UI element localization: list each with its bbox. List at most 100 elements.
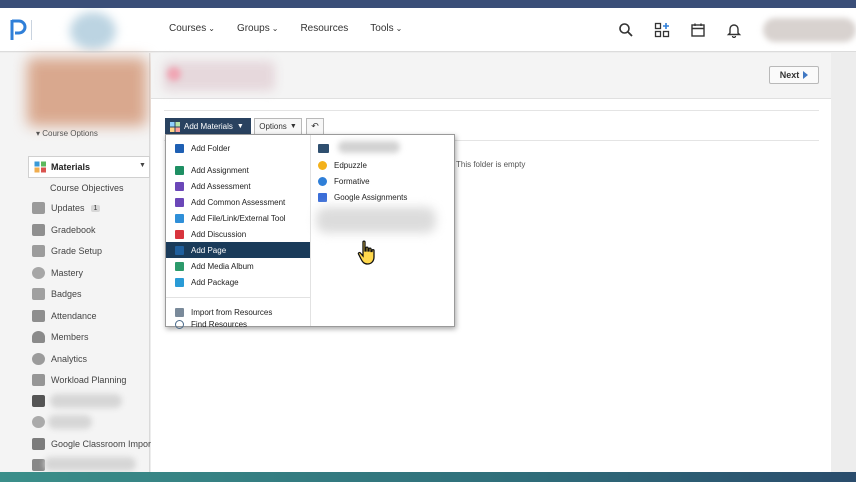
- sidebar-item-label: Materials: [51, 162, 91, 172]
- app-icon: [32, 416, 45, 428]
- menu-item-add-folder[interactable]: Add Folder: [166, 140, 310, 156]
- nav-groups[interactable]: Groups ⌄: [237, 23, 279, 34]
- menu-item-add-discussion[interactable]: Add Discussion: [166, 226, 310, 242]
- logo-separator: [31, 20, 32, 40]
- menu-item-label: Find Resources: [191, 319, 248, 329]
- sidebar-item-google-classroom-import[interactable]: Google Classroom Import: [32, 436, 154, 452]
- menu-item-label: Edpuzzle: [334, 160, 367, 170]
- menu-item-label: Add Media Album: [191, 261, 254, 271]
- gradebook-icon: [32, 224, 45, 236]
- menu-item-add-assignment[interactable]: Add Assignment: [166, 162, 310, 178]
- caret-down-icon: ▼: [289, 123, 297, 130]
- notifications-bell-icon[interactable]: [726, 22, 742, 38]
- sidebar-item-grade-setup[interactable]: Grade Setup: [32, 243, 102, 259]
- options-button[interactable]: Options ▼: [254, 118, 302, 135]
- apps-grid-icon[interactable]: [654, 22, 670, 38]
- sidebar-item-analytics[interactable]: Analytics: [32, 351, 87, 367]
- formative-icon: [318, 176, 327, 186]
- main-content: Next Add Materials ▼ Options ▼ ↶ This fo…: [151, 53, 856, 472]
- sidebar-item-course-objectives[interactable]: Course Objectives: [50, 183, 124, 193]
- menu-item-add-page[interactable]: Add Page: [166, 242, 310, 258]
- sidebar-item-updates[interactable]: Updates 1: [32, 200, 101, 216]
- menu-item-label: Add Folder: [191, 143, 231, 153]
- sidebar-item-members[interactable]: Members: [32, 329, 89, 345]
- sidebar-item-blurred-1[interactable]: [32, 393, 51, 409]
- sidebar-item-label: Workload Planning: [51, 375, 127, 385]
- menu-divider: [166, 297, 310, 298]
- materials-panel: Next Add Materials ▼ Options ▼ ↶ This fo…: [151, 53, 831, 472]
- organization-logo-blurred: [70, 12, 116, 50]
- sidebar-item-label: Gradebook: [51, 225, 96, 235]
- hand-pointer-cursor-icon: [357, 240, 375, 265]
- menu-item-add-file-link-external-tool[interactable]: Add File/Link/External Tool: [166, 210, 310, 226]
- chevron-down-icon: ⌄: [271, 24, 279, 33]
- magnifier-icon: [175, 319, 184, 329]
- menu-item-label: Add Common Assessment: [191, 197, 286, 207]
- add-materials-menu: Add Folder Add Assignment Add Assessment…: [165, 134, 455, 329]
- calendar-icon[interactable]: [690, 22, 706, 38]
- common-assessment-icon: [175, 197, 184, 207]
- menu-item-label: Formative: [334, 176, 370, 186]
- assignment-icon: [175, 165, 184, 175]
- sidebar-item-materials[interactable]: Materials ▼: [28, 156, 150, 178]
- menu-item-edpuzzle[interactable]: Edpuzzle: [318, 157, 367, 173]
- menu-item-label: Add File/Link/External Tool: [191, 213, 286, 223]
- nav-tools[interactable]: Tools ⌄: [370, 23, 402, 34]
- nav-courses[interactable]: Courses ⌄: [169, 23, 215, 34]
- next-label: Next: [779, 70, 800, 80]
- menu-item-add-media-album[interactable]: Add Media Album: [166, 258, 310, 274]
- sidebar-item-gradebook[interactable]: Gradebook: [32, 222, 96, 238]
- menu-item-label: Add Discussion: [191, 229, 247, 239]
- chevron-down-icon[interactable]: ▼: [139, 162, 146, 169]
- blurred-label: [338, 141, 400, 153]
- menu-item-label: Add Page: [191, 245, 227, 255]
- assessment-icon: [175, 181, 184, 191]
- sidebar-item-mastery[interactable]: Mastery: [32, 265, 83, 281]
- add-materials-button[interactable]: Add Materials ▼: [165, 118, 251, 135]
- sidebar-item-label: Grade Setup: [51, 246, 103, 256]
- menu-item-label: Add Assignment: [191, 165, 249, 175]
- sidebar-item-attendance[interactable]: Attendance: [32, 308, 97, 324]
- powerschool-logo-icon[interactable]: [8, 18, 30, 42]
- menu-item-find-resources[interactable]: Find Resources: [166, 319, 310, 329]
- menu-item-add-assessment[interactable]: Add Assessment: [166, 178, 310, 194]
- menu-item-import-from-resources[interactable]: Import from Resources: [166, 304, 310, 320]
- sidebar-item-label: Attendance: [51, 311, 97, 321]
- chevron-down-icon: ⌄: [395, 24, 403, 33]
- menu-item-label: Google Assignments: [334, 192, 408, 202]
- file-link-icon: [175, 213, 184, 223]
- app-icon: [32, 459, 45, 471]
- page-icon: [175, 245, 184, 255]
- blurred-label: [44, 457, 136, 471]
- sidebar-item-label: Badges: [51, 289, 82, 299]
- sidebar-item-label: Updates: [51, 203, 85, 213]
- app-window: Courses ⌄ Groups ⌄ Resources Tools ⌄ ▾ Cour…: [0, 8, 856, 472]
- course-options-label: Course Options: [42, 129, 98, 138]
- sidebar-item-label: Mastery: [51, 268, 84, 278]
- search-icon[interactable]: [618, 22, 634, 38]
- menu-item-add-common-assessment[interactable]: Add Common Assessment: [166, 194, 310, 210]
- chevron-down-icon: ⌄: [208, 24, 215, 33]
- menu-item-add-package[interactable]: Add Package: [166, 274, 310, 290]
- course-icon-blurred: [167, 67, 181, 81]
- next-button[interactable]: Next: [769, 66, 819, 84]
- main-nav: Courses ⌄ Groups ⌄ Resources Tools ⌄: [169, 23, 402, 34]
- menu-item-blurred-app[interactable]: [318, 140, 336, 156]
- blurred-menu-items: [316, 207, 436, 233]
- menu-item-google-assignments[interactable]: Google Assignments: [318, 189, 407, 205]
- add-materials-icon: [170, 121, 180, 132]
- menu-item-formative[interactable]: Formative: [318, 173, 370, 189]
- sidebar-item-label: Members: [51, 332, 89, 342]
- sidebar-item-label: Google Classroom Import: [51, 439, 154, 449]
- folder-icon: [175, 143, 184, 153]
- import-icon: [175, 307, 184, 317]
- sidebar-item-badges[interactable]: Badges: [32, 286, 82, 302]
- workload-planning-icon: [32, 374, 45, 386]
- sidebar-item-workload-planning[interactable]: Workload Planning: [32, 372, 126, 388]
- grade-setup-icon: [32, 245, 45, 257]
- undo-button[interactable]: ↶: [306, 118, 324, 135]
- blurred-label: [50, 394, 122, 408]
- course-options-toggle[interactable]: ▾ Course Options: [36, 129, 98, 138]
- nav-resources[interactable]: Resources: [300, 23, 348, 34]
- user-account-blurred[interactable]: [763, 18, 856, 42]
